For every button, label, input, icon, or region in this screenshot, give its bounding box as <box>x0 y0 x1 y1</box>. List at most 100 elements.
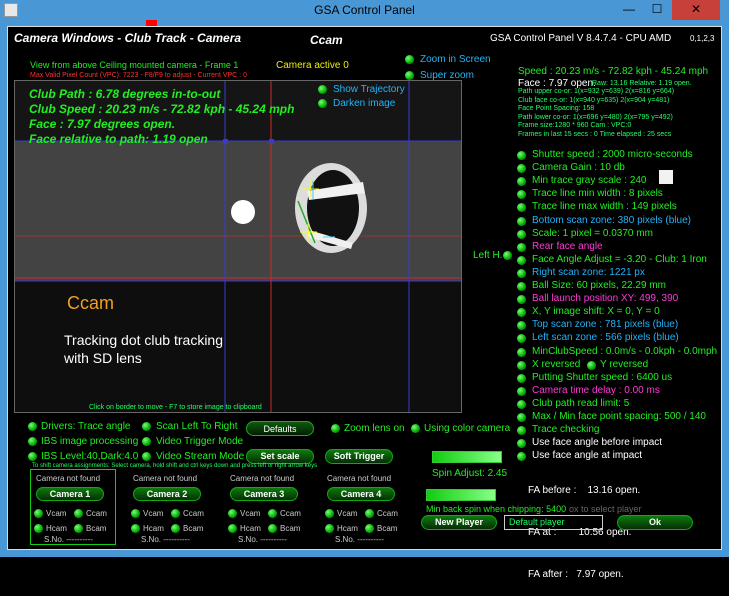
hcam-label[interactable]: Hcam <box>337 524 358 533</box>
color-camera-label[interactable]: Using color camera <box>424 423 510 435</box>
setting-radio[interactable] <box>517 347 526 357</box>
ccam-radio[interactable] <box>365 509 374 518</box>
setting-label[interactable]: Ball launch position XY: 499, 390 <box>532 293 678 305</box>
bcam-radio[interactable] <box>74 524 83 533</box>
ccam-radio[interactable] <box>268 509 277 518</box>
y-reversed-label[interactable]: Y reversed <box>600 359 648 371</box>
setting-label[interactable]: Use face angle before impact <box>532 437 662 449</box>
setting-radio[interactable] <box>517 255 526 265</box>
darken-image-label[interactable]: Darken image <box>333 98 395 110</box>
vcam-label[interactable]: Vcam <box>337 509 357 518</box>
hcam-radio[interactable] <box>325 524 334 533</box>
setting-label[interactable]: Min trace gray scale : 240 <box>532 175 647 187</box>
hcam-radio[interactable] <box>131 524 140 533</box>
ccam-label[interactable]: Ccam <box>86 509 107 518</box>
setting-label[interactable]: Camera time delay : 0.00 ms <box>532 385 660 397</box>
hcam-label[interactable]: Hcam <box>240 524 261 533</box>
setting-radio[interactable] <box>517 386 526 396</box>
hcam-radio[interactable] <box>34 524 43 533</box>
scan-left-right-checkbox[interactable] <box>142 422 151 431</box>
camera-select-button[interactable]: Camera 4 <box>327 487 395 501</box>
setting-label[interactable]: Trace line max width : 149 pixels <box>532 201 677 213</box>
video-stream-label[interactable]: Video Stream Mode <box>156 451 244 463</box>
set-scale-button[interactable]: Set scale <box>246 449 314 464</box>
bcam-radio[interactable] <box>268 524 277 533</box>
zoom-lens-checkbox[interactable] <box>331 424 340 433</box>
setting-radio[interactable] <box>517 282 526 291</box>
minimize-button[interactable]: — <box>615 0 643 20</box>
setting-radio[interactable] <box>517 242 526 252</box>
ibs-processing-label[interactable]: IBS image processing <box>41 436 138 448</box>
zoom-in-screen-label[interactable]: Zoom in Screen <box>420 54 491 66</box>
setting-radio[interactable] <box>517 360 526 370</box>
setting-label[interactable]: Left scan zone : 566 pixels (blue) <box>532 332 679 344</box>
darken-image-checkbox[interactable] <box>318 99 327 108</box>
setting-label[interactable]: Club path read limit: 5 <box>532 398 629 410</box>
scan-left-right-label[interactable]: Scan Left To Right <box>156 421 238 433</box>
vcam-label[interactable]: Vcam <box>46 509 66 518</box>
ibs-level-checkbox[interactable] <box>28 452 37 461</box>
zoom-in-screen-radio[interactable] <box>405 55 414 64</box>
setting-radio[interactable] <box>517 413 526 422</box>
vcam-label[interactable]: Vcam <box>143 509 163 518</box>
setting-label[interactable]: X, Y image shift: X = 0, Y = 0 <box>532 306 660 318</box>
defaults-button[interactable]: Defaults <box>246 421 314 436</box>
close-button[interactable]: ✕ <box>672 0 720 20</box>
spin-adjust-slider[interactable] <box>432 451 502 463</box>
setting-label[interactable]: MinClubSpeed : 0.0m/s - 0.0kph - 0.0mph <box>532 346 717 358</box>
y-reversed-radio[interactable] <box>587 360 596 370</box>
camera-select-button[interactable]: Camera 2 <box>133 487 201 501</box>
setting-radio[interactable] <box>517 229 526 239</box>
setting-label[interactable]: Putting Shutter speed : 6400 us <box>532 372 672 384</box>
vcam-radio[interactable] <box>34 509 43 518</box>
ccam-label[interactable]: Ccam <box>183 509 204 518</box>
camera-select-button[interactable]: Camera 1 <box>36 487 104 501</box>
show-trajectory-checkbox[interactable] <box>318 85 327 94</box>
setting-label[interactable]: Max / Min face point spacing: 500 / 140 <box>532 411 706 423</box>
title-bar[interactable]: GSA Control Panel — ☐ ✕ <box>0 0 729 22</box>
vcam-radio[interactable] <box>131 509 140 518</box>
vcam-radio[interactable] <box>325 509 334 518</box>
setting-radio[interactable] <box>517 268 526 278</box>
setting-label[interactable]: Trace line min width : 8 pixels <box>532 188 663 200</box>
camera-select-button[interactable]: Camera 3 <box>230 487 298 501</box>
setting-label[interactable]: Right scan zone: 1221 px <box>532 267 645 279</box>
ibs-level-label[interactable]: IBS Level:40,Dark:4.0 <box>41 451 138 463</box>
ccam-label[interactable]: Ccam <box>280 509 301 518</box>
bcam-label[interactable]: Bcam <box>280 524 300 533</box>
setting-label[interactable]: Trace checking <box>532 424 599 436</box>
drivers-trace-label[interactable]: Drivers: Trace angle <box>41 421 130 433</box>
setting-radio[interactable] <box>517 399 526 409</box>
player-name-field[interactable]: Default player <box>504 515 603 530</box>
bcam-radio[interactable] <box>365 524 374 533</box>
setting-label[interactable]: Face Angle Adjust = -3.20 - Club: 1 Iron <box>532 254 707 266</box>
hcam-label[interactable]: Hcam <box>143 524 164 533</box>
camera-image[interactable]: Club Path : 6.78 degrees in-to-out Club … <box>14 80 462 413</box>
setting-radio[interactable] <box>517 373 526 383</box>
ccam-radio[interactable] <box>74 509 83 518</box>
setting-label[interactable]: Top scan zone : 781 pixels (blue) <box>532 319 678 331</box>
ccam-label[interactable]: Ccam <box>377 509 398 518</box>
setting-radio[interactable] <box>517 216 526 226</box>
drivers-trace-checkbox[interactable] <box>28 422 37 431</box>
video-trigger-checkbox[interactable] <box>142 437 151 446</box>
video-trigger-label[interactable]: Video Trigger Mode <box>156 436 243 448</box>
bcam-label[interactable]: Bcam <box>377 524 397 533</box>
bcam-label[interactable]: Bcam <box>183 524 203 533</box>
bcam-radio[interactable] <box>171 524 180 533</box>
new-player-button[interactable]: New Player <box>421 515 497 530</box>
vcam-radio[interactable] <box>228 509 237 518</box>
setting-label[interactable]: Shutter speed : 2000 micro-seconds <box>532 149 693 161</box>
min-back-spin-slider[interactable] <box>426 489 496 501</box>
ccam-radio[interactable] <box>171 509 180 518</box>
maximize-button[interactable]: ☐ <box>643 0 671 20</box>
hcam-label[interactable]: Hcam <box>46 524 67 533</box>
zoom-lens-label[interactable]: Zoom lens on <box>344 423 405 435</box>
setting-label[interactable]: X reversed <box>532 359 580 371</box>
video-stream-checkbox[interactable] <box>142 452 151 461</box>
left-h-radio[interactable] <box>503 251 512 260</box>
super-zoom-radio[interactable] <box>405 71 414 80</box>
vcam-label[interactable]: Vcam <box>240 509 260 518</box>
soft-trigger-button[interactable]: Soft Trigger <box>325 449 393 464</box>
color-camera-checkbox[interactable] <box>411 424 420 433</box>
